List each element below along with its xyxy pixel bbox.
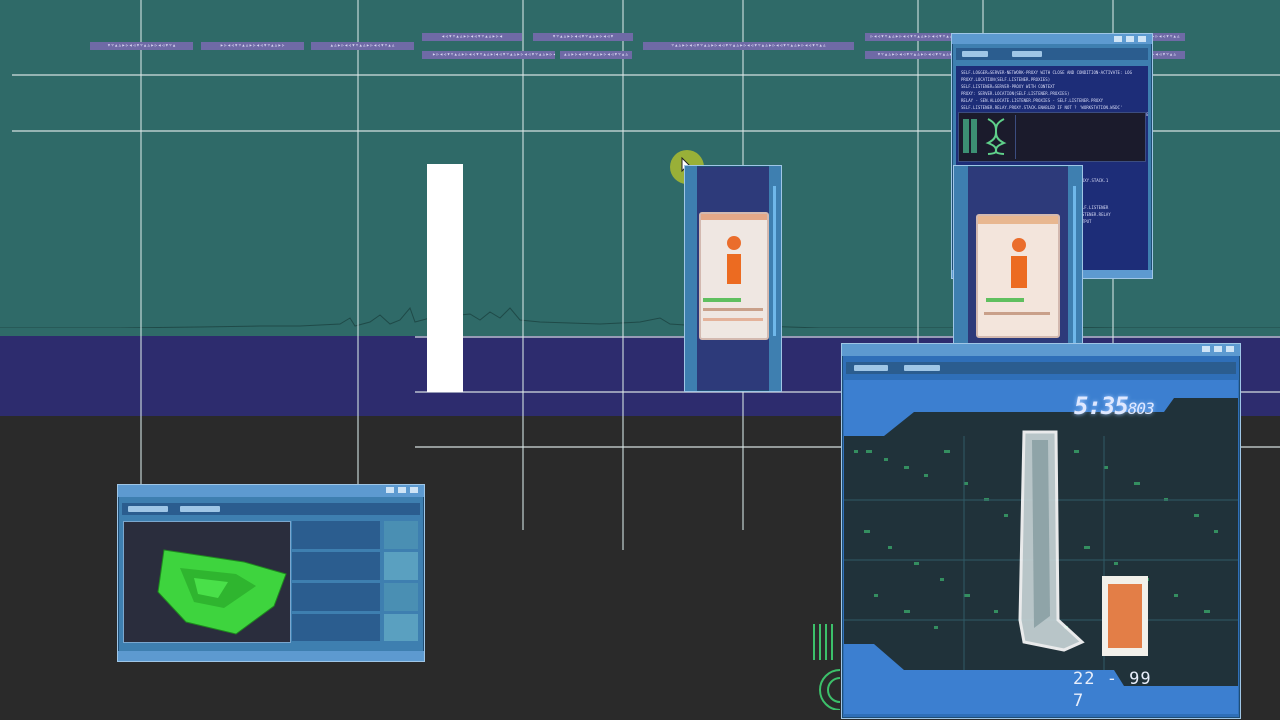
scan-readout: 22 - 99 7: [1073, 669, 1152, 711]
status-bar: [986, 298, 1024, 302]
header-label: ▾▿▴▵▸▹◂◃▾▿▴▵▸▹◂◃▾▿▴▵▸: [865, 51, 965, 59]
card-stripe: [703, 318, 763, 321]
toolbar-button[interactable]: [962, 51, 988, 57]
maximize-icon[interactable]: [398, 487, 406, 493]
code-line: SELF.LISTENER: [1077, 205, 1109, 210]
toolbar-button[interactable]: [128, 506, 168, 512]
list-item[interactable]: [292, 583, 380, 611]
id-card: [976, 214, 1060, 338]
3d-viewport[interactable]: [123, 521, 291, 643]
minimize-icon[interactable]: [1114, 36, 1122, 42]
code-line: PROXY.LOCATION(SELF.LISTENER.PROXIES): [961, 77, 1051, 82]
code-line: SELF.LISTENER=SERVER-PROXY WITH CONTEXT: [961, 84, 1055, 89]
close-icon[interactable]: [1226, 346, 1234, 352]
window-side-rail: [769, 166, 781, 391]
window-titlebar[interactable]: [952, 34, 1152, 44]
thumbnail[interactable]: [384, 583, 418, 611]
card-stripe: [703, 308, 763, 311]
list-item[interactable]: [292, 521, 380, 549]
dna-helix-icon: [985, 118, 1007, 155]
thumbnail[interactable]: [384, 614, 418, 641]
toolbar-button[interactable]: [854, 365, 888, 371]
person-icon-head: [727, 236, 741, 250]
window-titlebar[interactable]: [842, 344, 1240, 356]
header-label: ◂◃▾▿▴▵▸▹◂◃▾▿▴▵▸▹◂◃▾: [495, 51, 555, 59]
card-stripe: [984, 312, 1050, 315]
id-card-window[interactable]: [684, 165, 782, 392]
thumbnail[interactable]: [384, 552, 418, 580]
header-label: ◂◃▾▿▴▵▸▹◂◃▾▿▴▵▸▹◂: [422, 33, 522, 41]
list-item[interactable]: [292, 552, 380, 580]
id-card: [699, 212, 769, 340]
code-line: SELF.LOGGER=SERVER-NETWORK-PROXY WITH CL…: [961, 70, 1132, 75]
skyline-silhouette: [0, 307, 1280, 336]
info-list: [292, 521, 380, 641]
scan-time-display: 5:35803: [1074, 392, 1155, 420]
circuit-emblem-icon: [813, 624, 841, 710]
toolbar-button[interactable]: [180, 506, 220, 512]
blank-white-panel: [427, 164, 463, 392]
maximize-icon[interactable]: [1126, 36, 1134, 42]
window-toolbar: [956, 48, 1148, 60]
side-log: PROXY.STACK.1 SELF.LISTENER LISTENER.REL…: [1072, 174, 1148, 254]
window-side-rail: [685, 166, 697, 391]
close-icon[interactable]: [410, 487, 418, 493]
header-label: ▾▿▴▵▸▹◂◃▾▿▴▵▸▹◂◃▾▿▴: [90, 42, 193, 50]
scanner-window[interactable]: 5:35803 22 - 99 7: [841, 343, 1241, 719]
status-bar: [703, 298, 741, 302]
toolbar-button[interactable]: [1012, 51, 1042, 57]
code-line: PROXY.STACK.1: [1077, 178, 1109, 183]
minimize-icon[interactable]: [1202, 346, 1210, 352]
scrollbar[interactable]: [773, 186, 776, 336]
window-toolbar: [122, 503, 420, 515]
person-icon-body: [727, 254, 741, 284]
scrollbar[interactable]: [1073, 186, 1076, 356]
close-icon[interactable]: [1138, 36, 1146, 42]
header-label: ▸▹◂◃▾▿▴▵▸▹◂◃▾▿▴▵▸▹: [201, 42, 304, 50]
card-header: [978, 216, 1058, 224]
header-label: ▾▿▴▵▸▹◂◃▾▿▴▵▸▹◂◃▾: [533, 33, 633, 41]
model-viewer-window[interactable]: [117, 484, 425, 662]
code-line: RELAY - SEN.ALLOCATE.LISTENER.PROXIES - …: [961, 98, 1104, 103]
meter-bar: [971, 119, 977, 153]
meter-bar: [963, 119, 969, 153]
window-toolbar: [846, 362, 1236, 374]
header-label: ▿▴▵▸▹◂◃▾▿▴▵▸▹◂◃▾▿▴▵▸▹◂◃▾▿▴▵▸▹◂◃▾▿▴▵▸▹◂◃▾…: [643, 42, 854, 50]
code-line: PROXY: SERVER.LOCATION(SELF.LISTENER.PRO…: [961, 91, 1070, 96]
code-line: SELF.LISTENER.RELAY.PROXY.STACK.ENABLED …: [961, 105, 1123, 110]
list-item[interactable]: [292, 614, 380, 641]
thumbnail[interactable]: [384, 521, 418, 549]
toolbar-button[interactable]: [904, 365, 940, 371]
person-icon-body: [1011, 256, 1027, 288]
embedded-terminal: [958, 112, 1146, 162]
maximize-icon[interactable]: [1214, 346, 1222, 352]
header-label: ▹◂◃▾▿▴▵▸▹◂◃▾▿▴▵▸▹◂◃▾▿▴▵▸▹: [865, 33, 965, 41]
window-titlebar[interactable]: [118, 485, 424, 497]
card-header: [701, 214, 767, 220]
scanner-screen: [844, 380, 1238, 714]
header-label: ▴▵▸▹◂◃▾▿▴▵▸▹◂◃▾▿▴▵: [560, 51, 632, 59]
thumbnail-strip: [384, 521, 418, 641]
minimize-icon[interactable]: [386, 487, 394, 493]
green-mesh-model: [157, 549, 287, 635]
header-label: ▴▵▸▹◂◃▾▿▴▵▸▹◂◃▾▿▴▵: [311, 42, 414, 50]
window-statusbar: [118, 651, 424, 661]
person-icon-head: [1012, 238, 1026, 252]
divider: [1015, 115, 1016, 159]
code-line: LISTENER.RELAY: [1077, 212, 1111, 217]
code-line: OUTPUT: [1077, 219, 1092, 224]
